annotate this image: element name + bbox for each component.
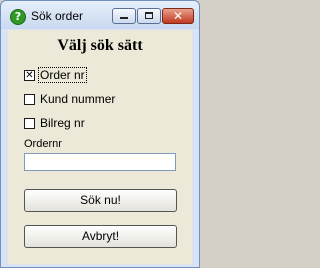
close-button[interactable]: ✕ (162, 8, 194, 24)
dialog-content: Välj sök sätt ✕ Order nr Kund nummer Bil… (8, 30, 192, 264)
ordernr-input[interactable] (24, 153, 176, 171)
dialog-window: ? Sök order ✕ Välj sök sätt ✕ Order nr K… (0, 0, 200, 268)
order-nr-checkbox[interactable]: ✕ (24, 70, 35, 81)
kund-nummer-checkbox[interactable] (24, 94, 35, 105)
window-title: Sök order (31, 9, 84, 23)
title-bar[interactable]: ? Sök order ✕ (1, 1, 199, 29)
maximize-button[interactable] (137, 8, 161, 24)
bilreg-nr-label[interactable]: Bilreg nr (39, 116, 86, 130)
order-nr-label[interactable]: Order nr (38, 67, 87, 83)
close-icon: ✕ (172, 9, 184, 23)
maximize-icon (145, 12, 153, 19)
bilreg-nr-checkbox[interactable] (24, 118, 35, 129)
question-icon[interactable]: ? (10, 9, 26, 25)
minimize-icon (120, 17, 128, 19)
dialog-heading: Välj sök sätt (57, 37, 143, 54)
search-now-button[interactable]: Sök nu! (24, 189, 177, 212)
kund-nummer-label[interactable]: Kund nummer (39, 92, 116, 106)
minimize-button[interactable] (112, 8, 136, 24)
ordernr-label: Ordernr (24, 138, 62, 150)
cancel-button[interactable]: Avbryt! (24, 225, 177, 248)
